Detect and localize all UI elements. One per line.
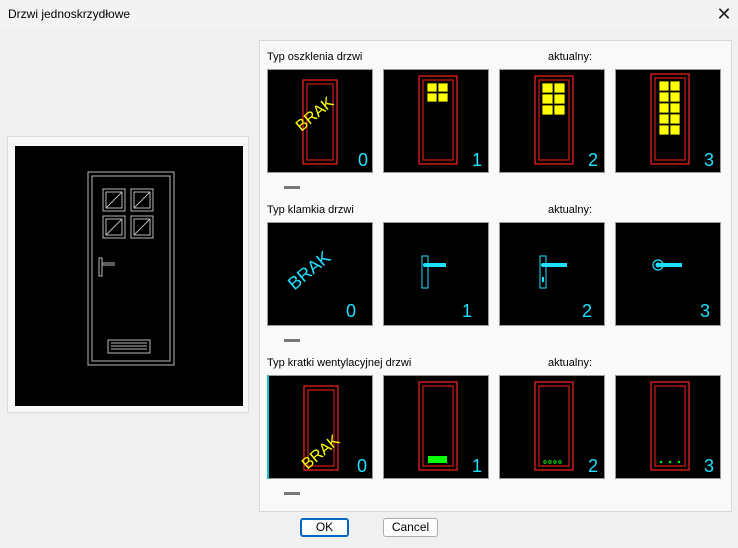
handle-option-0-number: 0 (346, 301, 356, 321)
glazing-option-0-text: BRAK (293, 94, 338, 135)
glazing-current-label: aktualny: (548, 51, 593, 63)
cancel-button[interactable]: Cancel (383, 518, 438, 537)
handle-option-3-number: 3 (700, 301, 710, 321)
handle-option-1[interactable]: 1 (383, 222, 489, 326)
handle-type-label: Typ klamkia drzwi (267, 204, 354, 216)
handle-option-2-number: 2 (582, 301, 592, 321)
vent-option-0-number: 0 (357, 456, 367, 476)
glazing-option-2-number: 2 (588, 150, 598, 170)
vent-option-3[interactable]: 3 (615, 375, 721, 479)
vent-option-2[interactable]: 2 (499, 375, 605, 479)
glazing-option-3[interactable]: 3 (615, 69, 721, 173)
vent-option-0[interactable]: BRAK 0 (267, 375, 373, 479)
handle-option-1-number: 1 (462, 301, 472, 321)
glazing-type-label: Typ oszklenia drzwi (267, 51, 363, 63)
glazing-option-1[interactable]: 1 (383, 69, 489, 173)
handle-option-0-text: BRAK (284, 247, 334, 294)
vent-option-1-number: 1 (472, 456, 482, 476)
glazing-option-1-number: 1 (472, 150, 482, 170)
glazing-option-0-number: 0 (358, 150, 368, 170)
ok-button[interactable]: OK (300, 518, 349, 537)
handle-option-2[interactable]: 2 (499, 222, 605, 326)
window-title: Drzwi jednoskrzydłowe (8, 7, 131, 21)
glazing-option-3-number: 3 (704, 150, 714, 170)
glazing-option-2[interactable]: 2 (499, 69, 605, 173)
vent-option-3-number: 3 (704, 456, 714, 476)
vent-type-label: Typ kratki wentylacyjnej drzwi (267, 357, 412, 369)
handle-option-3[interactable]: 3 (615, 222, 721, 326)
vent-option-1[interactable]: 1 (383, 375, 489, 479)
vent-current-label: aktualny: (548, 357, 593, 369)
door-preview (15, 146, 243, 406)
handle-current-label: aktualny: (548, 204, 593, 216)
handle-scroll-handle[interactable] (284, 339, 300, 342)
glazing-scroll-handle[interactable] (284, 186, 300, 189)
vent-option-2-number: 2 (588, 456, 598, 476)
handle-option-0[interactable]: BRAK 0 (267, 222, 373, 326)
vent-scroll-handle[interactable] (284, 492, 300, 495)
vent-option-0-text: BRAK (299, 432, 344, 473)
close-icon[interactable]: ✕ (712, 4, 736, 26)
glazing-option-0[interactable]: BRAK 0 (267, 69, 373, 173)
title-bar: Drzwi jednoskrzydłowe ✕ (0, 0, 738, 30)
